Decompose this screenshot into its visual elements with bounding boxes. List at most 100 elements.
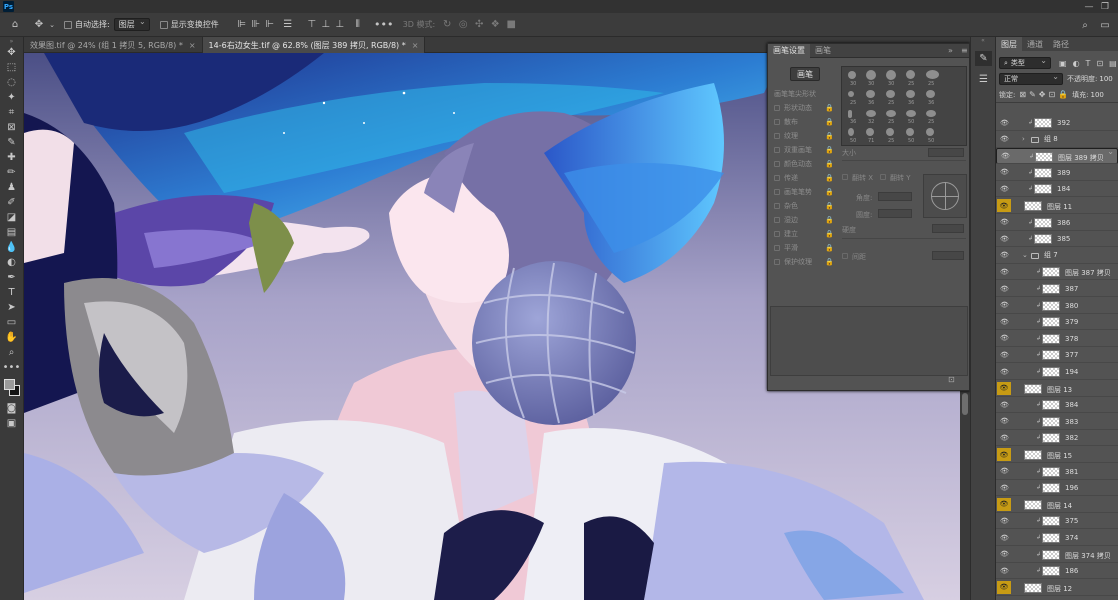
layer-thumbnail[interactable] (1034, 118, 1052, 128)
layer-thumbnail[interactable] (1034, 217, 1052, 228)
eyedropper-tool-icon[interactable]: ✎ (0, 135, 23, 150)
brush-tool-icon[interactable]: ✏ (0, 165, 23, 180)
more-options-icon[interactable]: ••• (374, 17, 393, 33)
visibility-eye-icon[interactable]: 👁 (1000, 164, 1009, 180)
layer-thumbnail[interactable] (1042, 267, 1060, 278)
blur-tool-icon[interactable]: 💧 (0, 240, 23, 255)
angle-roundness-widget[interactable] (923, 174, 967, 218)
visibility-eye-icon[interactable]: 👁 (1000, 247, 1009, 263)
layer-row[interactable]: 👁 ↲ 380 (996, 297, 1118, 314)
visibility-eye-icon[interactable]: 👁 (1000, 430, 1009, 446)
layer-group-row[interactable]: 👁 ⌄ 组 7 (996, 247, 1118, 264)
spacing-checkbox[interactable] (842, 253, 848, 259)
layer-thumbnail[interactable] (1035, 152, 1053, 163)
move-tool-icon[interactable]: ✥ (30, 17, 48, 33)
visibility-eye-icon[interactable]: 👁 (1000, 281, 1009, 297)
color-swatches[interactable] (0, 375, 23, 401)
eraser-tool-icon[interactable]: ◪ (0, 210, 23, 225)
lock-icon[interactable]: 🔒 (825, 258, 834, 266)
layer-thumbnail[interactable] (1042, 466, 1060, 477)
layer-thumbnail[interactable] (1042, 317, 1060, 328)
layer-row[interactable]: 👁 ↲ 385 (996, 231, 1118, 248)
layer-row[interactable]: 👁 图层 12 (996, 579, 1118, 596)
layer-row[interactable]: 👁 ↲ 381 (996, 463, 1118, 480)
layer-thumbnail[interactable] (1024, 450, 1042, 460)
distribute-vertical-icon[interactable]: ⦀ (351, 17, 365, 33)
layer-thumbnail[interactable] (1042, 300, 1060, 311)
home-icon[interactable]: ⌂ (4, 17, 26, 33)
brushes-button[interactable]: 画笔 (790, 67, 820, 81)
visibility-eye-icon[interactable]: 👁 (1000, 231, 1009, 247)
auto-select-target-select[interactable]: 图层 (113, 17, 150, 31)
filter-pixel-icon[interactable]: ▣ (1059, 59, 1067, 68)
layer-thumbnail[interactable] (1042, 483, 1060, 494)
magic-wand-tool-icon[interactable]: ✦ (0, 90, 23, 105)
gradient-tool-icon[interactable]: ▤ (0, 225, 23, 240)
layer-row[interactable]: 👁 图层 11 (996, 198, 1118, 214)
tab-layers[interactable]: 图层 (996, 37, 1022, 51)
distribute-horizontal-icon[interactable]: ☰ (281, 17, 295, 33)
visibility-eye-icon[interactable]: 👁 (997, 580, 1011, 594)
visibility-eye-icon[interactable]: 👁 (1000, 181, 1009, 197)
layer-thumbnail[interactable] (1024, 582, 1042, 593)
tab-effect-image[interactable]: 效果图.tif @ 24% (组 1 拷贝 5, RGB/8) * × (24, 37, 203, 53)
lock-icon[interactable]: 🔒 (825, 118, 834, 126)
collapse-panel-icon[interactable]: » (948, 46, 953, 55)
visibility-eye-icon[interactable]: 👁 (997, 497, 1011, 511)
scrollbar-thumb[interactable] (962, 393, 968, 415)
layer-filter-select[interactable]: ⌕ 类型 (999, 56, 1051, 69)
visibility-eye-icon[interactable]: 👁 (1000, 546, 1009, 562)
layer-thumbnail[interactable] (1024, 383, 1042, 394)
quick-mask-icon[interactable]: ◙ (0, 401, 23, 416)
layer-row[interactable]: 👁 ↲ 186 (996, 563, 1118, 580)
visibility-eye-icon[interactable]: 👁 (1000, 131, 1009, 147)
filter-smart-object-icon[interactable]: ▤ (1109, 59, 1117, 68)
opacity-value[interactable]: 100 (1099, 75, 1112, 83)
brush-settings-panel-icon[interactable]: ✎ (975, 51, 992, 66)
clone-stamp-tool-icon[interactable]: ♟ (0, 180, 23, 195)
foreground-color-swatch-top[interactable] (4, 379, 15, 390)
tab-right-girl[interactable]: 14-6右边女生.tif @ 62.8% (图层 389 拷贝, RGB/8) … (202, 37, 426, 53)
lock-all-icon[interactable]: 🔒 (1058, 90, 1068, 99)
layer-row[interactable]: 👁 ↲ 382 (996, 430, 1118, 447)
visibility-eye-icon[interactable]: 👁 (1000, 330, 1009, 346)
tool-preset-dropdown-icon[interactable]: ⌄ (48, 17, 56, 33)
layer-row[interactable]: 👁 ↲ 图层 387 拷贝 (996, 264, 1118, 281)
more-tools-icon[interactable]: ••• (0, 360, 23, 375)
layer-row[interactable]: 👁 图层 15 (996, 447, 1118, 463)
healing-brush-tool-icon[interactable]: ✚ (0, 150, 23, 165)
visibility-eye-icon[interactable]: 👁 (1000, 463, 1009, 479)
layer-row[interactable]: 👁 ↲ 378 (996, 330, 1118, 347)
lock-icon[interactable]: 🔒 (825, 132, 834, 140)
layer-thumbnail[interactable] (1042, 367, 1060, 377)
fill-value[interactable]: 100 (1091, 91, 1104, 99)
strip-collapse-icon[interactable]: « (971, 37, 995, 45)
tab-paths[interactable]: 路径 (1048, 37, 1074, 51)
search-icon[interactable]: ⌕ (1078, 17, 1092, 33)
layer-thumbnail[interactable] (1042, 433, 1060, 444)
restore-button[interactable]: ❐ (1098, 0, 1112, 13)
layer-thumbnail[interactable] (1024, 201, 1042, 211)
layer-row[interactable]: 👁 ↲ 184 (996, 181, 1118, 198)
visibility-eye-icon[interactable]: 👁 (1000, 563, 1009, 579)
visibility-eye-icon[interactable]: 👁 (1000, 115, 1009, 131)
layer-row[interactable]: 👁 ↲ 374 (996, 530, 1118, 546)
blend-mode-select[interactable]: 正常 (999, 72, 1063, 85)
layer-thumbnail[interactable] (1042, 566, 1060, 577)
layer-row[interactable]: 👁 ↲ 392 (996, 115, 1118, 131)
shape-tool-icon[interactable]: ▭ (0, 315, 23, 330)
workspace-icon[interactable]: ▭ (1098, 17, 1112, 33)
visibility-eye-icon[interactable]: 👁 (1000, 214, 1009, 230)
minimize-button[interactable]: — (1082, 0, 1096, 13)
flip-y-checkbox[interactable] (880, 174, 886, 180)
group-expand-arrow-icon[interactable]: ⌄ (1022, 251, 1028, 259)
layer-row[interactable]: 👁 ↲ 194 (996, 364, 1118, 380)
visibility-eye-icon[interactable]: 👁 (1000, 480, 1009, 496)
lock-icon[interactable]: 🔒 (825, 244, 834, 252)
visibility-eye-icon[interactable]: 👁 (1000, 364, 1009, 380)
marquee-tool-icon[interactable]: ⬚ (0, 60, 23, 75)
layer-row[interactable]: 👁 ↲ 图层 389 拷贝 (996, 147, 1118, 165)
brush-option[interactable]: 画笔笔尖形状 (774, 87, 834, 101)
layer-row[interactable]: 👁 ↲ 383 (996, 413, 1118, 430)
layer-thumbnail[interactable] (1042, 516, 1060, 527)
